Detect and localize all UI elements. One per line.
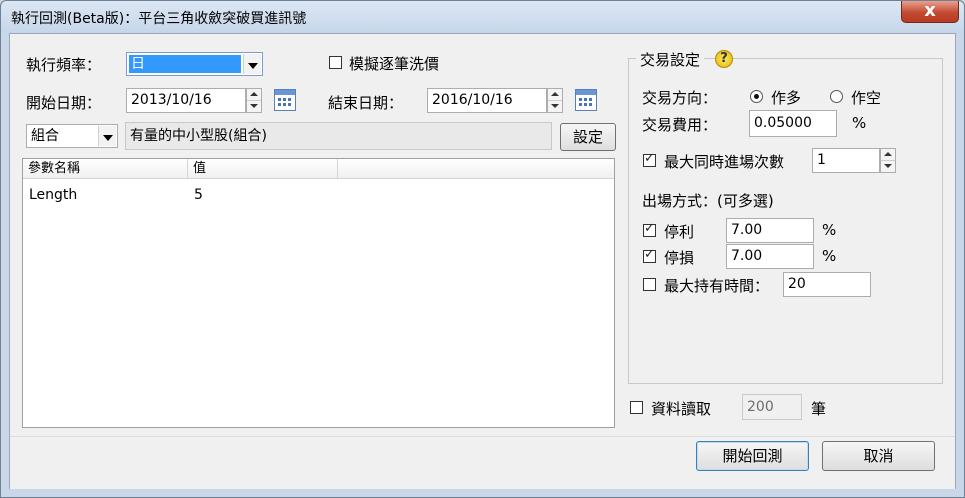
calendar-icon[interactable] [575,89,597,111]
take-profit-checkbox[interactable] [643,221,656,237]
params-header-value[interactable]: 值 [188,159,338,179]
start-date-label: 開始日期： [26,94,102,112]
take-profit-value: 7.00 [731,222,763,238]
long-radio[interactable] [750,90,763,103]
exit-method-label: 出場方式：(可多選) [642,192,774,210]
start-backtest-button[interactable]: 開始回測 [696,441,809,471]
data-read-checkbox[interactable] [630,401,643,414]
start-date-stepper[interactable] [246,88,262,113]
start-date-value: 2013/10/16 [131,92,212,108]
frequency-label: 執行頻率： [26,56,102,74]
fee-value: 0.05000 [754,115,812,131]
stop-loss-checkbox[interactable] [643,247,656,263]
max-hold-checkbox[interactable] [643,278,656,291]
fee-unit: % [852,114,867,132]
trade-settings-title: 交易設定 [636,49,705,70]
max-entries-checkbox[interactable] [643,151,656,167]
simulate-tick-label: 模擬逐筆洗價 [349,55,440,73]
spin-down-icon[interactable] [247,100,261,112]
settings-button[interactable]: 設定 [560,123,616,151]
scope-description-text: 有量的中小型股(組合) [130,128,267,144]
stop-loss-input[interactable]: 7.00 [726,244,814,269]
short-radio[interactable] [830,90,843,103]
close-icon: x [924,0,936,21]
stop-loss-unit: % [822,247,837,265]
max-hold-input[interactable]: 20 [783,272,871,297]
scope-description: 有量的中小型股(組合) [125,122,552,150]
chevron-down-icon[interactable] [98,126,116,146]
param-value-cell[interactable]: 5 [194,187,203,203]
chevron-down-icon[interactable] [243,54,261,74]
take-profit-label: 停利 [664,223,695,241]
scope-value: 組合 [31,128,59,144]
frequency-value: 日 [131,56,145,72]
spin-up-icon[interactable] [881,149,895,160]
end-date-input[interactable]: 2016/10/16 [427,88,547,113]
title-bar: 執行回測(Beta版)：平台三角收斂突破買進訊號 x [1,0,964,33]
simulate-tick-checkbox[interactable] [329,56,342,69]
start-date-input[interactable]: 2013/10/16 [126,88,246,113]
close-button[interactable]: x [901,0,959,23]
dialog-body: 執行頻率： 日 模擬逐筆洗價 開始日期： 2013/10/16 結束日期： 20… [9,33,956,489]
params-header-name[interactable]: 參數名稱 [23,159,188,179]
data-read-label: 資料讀取 [651,400,712,418]
short-label: 作空 [851,89,882,107]
scope-select[interactable]: 組合 [26,124,118,148]
spin-down-icon[interactable] [881,160,895,172]
max-entries-label: 最大同時進場次數 [664,153,785,171]
params-header-filler [338,159,614,179]
direction-label: 交易方向： [642,89,718,107]
window-title: 執行回測(Beta版)：平台三角收斂突破買進訊號 [11,11,307,27]
params-table[interactable]: 參數名稱 值 Length 5 [22,158,615,428]
cancel-button[interactable]: 取消 [822,441,935,471]
help-icon[interactable]: ? [715,50,733,68]
trade-settings-title-text: 交易設定 [640,51,701,69]
stop-loss-value: 7.00 [731,248,763,264]
frequency-select[interactable]: 日 [126,52,263,76]
take-profit-unit: % [822,221,837,239]
fee-label: 交易費用： [642,116,718,134]
long-label: 作多 [771,89,802,107]
max-entries-input[interactable]: 1 [812,148,880,173]
take-profit-input[interactable]: 7.00 [726,218,814,243]
spin-up-icon[interactable] [247,89,261,100]
max-hold-label: 最大持有時間： [664,277,770,295]
fee-input[interactable]: 0.05000 [749,110,837,137]
spin-up-icon[interactable] [548,89,562,100]
backtest-dialog: 執行回測(Beta版)：平台三角收斂突破買進訊號 x 執行頻率： 日 模擬逐筆洗… [0,0,965,498]
max-entries-value: 1 [817,152,826,168]
data-read-input[interactable]: 200 [742,394,802,420]
end-date-value: 2016/10/16 [432,92,513,108]
end-date-label: 結束日期： [328,94,404,112]
end-date-stepper[interactable] [547,88,563,113]
param-name-cell: Length [29,187,78,203]
calendar-icon[interactable] [274,89,296,111]
footer-bar [10,436,955,489]
max-hold-value: 20 [788,276,806,292]
spin-down-icon[interactable] [548,100,562,112]
max-entries-stepper[interactable] [880,148,896,173]
data-read-value: 200 [747,399,774,415]
data-read-unit: 筆 [811,400,827,418]
stop-loss-label: 停損 [664,249,695,267]
